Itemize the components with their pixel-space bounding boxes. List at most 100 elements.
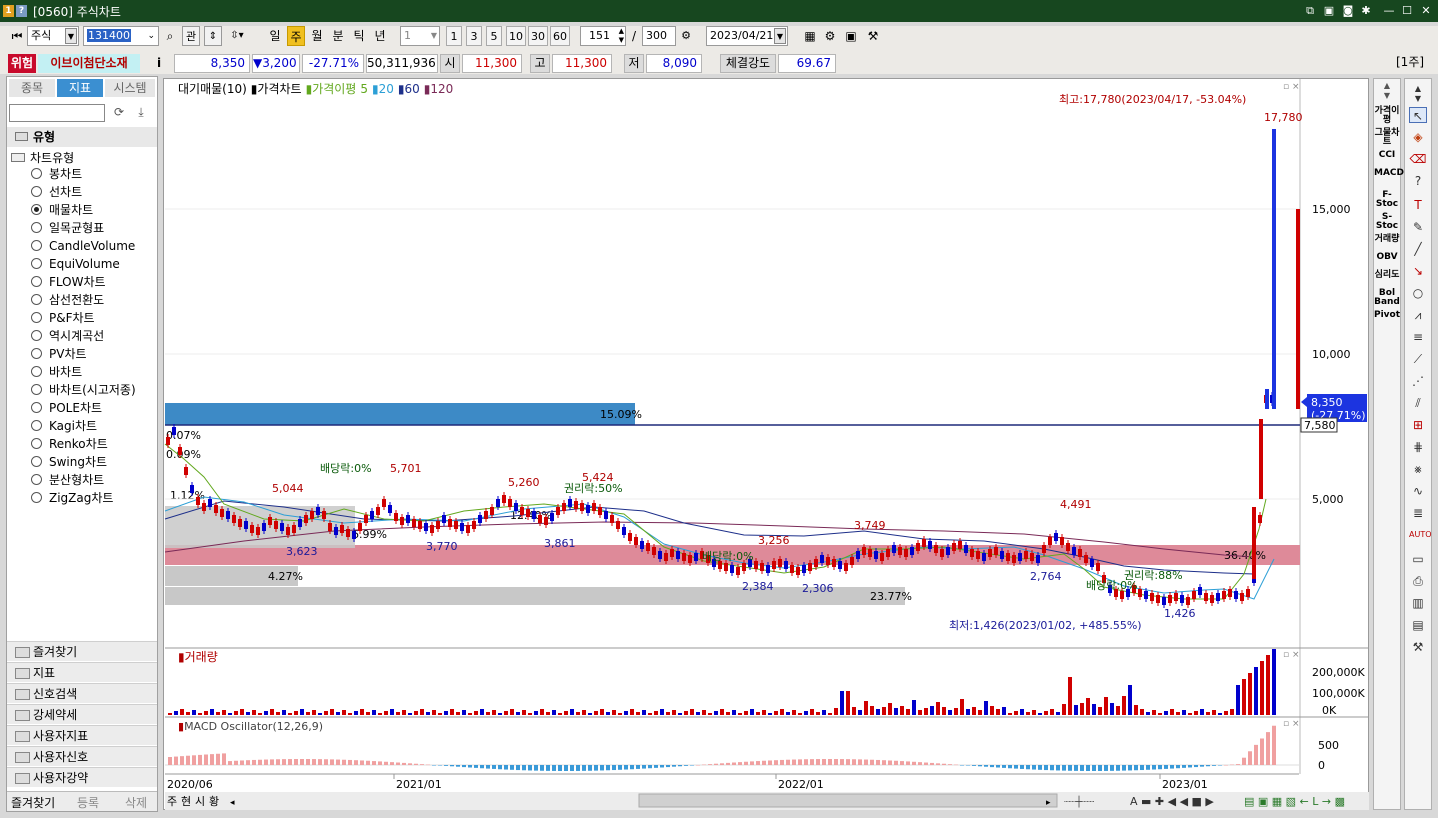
chart-icon[interactable]: ▦: [802, 26, 818, 46]
arrow-line-icon[interactable]: ↘: [1409, 263, 1427, 279]
folder-item[interactable]: 강세약세: [7, 704, 157, 724]
first-icon[interactable]: ⏮: [8, 26, 26, 46]
delete-all-icon[interactable]: ⌫: [1409, 151, 1427, 167]
pointer-icon[interactable]: ◈: [1409, 129, 1427, 145]
indicator-button[interactable]: Bol Band: [1374, 289, 1400, 307]
refresh-icon[interactable]: ⟳: [110, 105, 128, 121]
camera-icon[interactable]: ◙: [1341, 4, 1355, 18]
market-select[interactable]: 주식 ▼: [27, 26, 79, 46]
window-icon[interactable]: ▭: [1409, 551, 1427, 567]
grid-icon[interactable]: ⊞: [1409, 417, 1427, 433]
indicator-button[interactable]: CCI: [1374, 151, 1400, 160]
print-icon[interactable]: ⎙: [1409, 573, 1427, 589]
register-button[interactable]: 등록: [77, 794, 99, 811]
chart-type-item[interactable]: PV차트: [31, 345, 87, 363]
scroll-down-icon[interactable]: ▼: [1409, 91, 1427, 107]
interval-60[interactable]: 60: [550, 26, 570, 46]
prev-next-icon[interactable]: ⇕: [204, 26, 222, 46]
maximize-button[interactable]: ☐: [1400, 4, 1414, 18]
radio-icon[interactable]: [31, 222, 42, 233]
chart-type-item[interactable]: Renko차트: [31, 435, 108, 453]
radio-icon[interactable]: [31, 474, 42, 485]
fan-icon[interactable]: ⋰: [1409, 373, 1427, 389]
tool-icon[interactable]: ⚒: [1409, 639, 1427, 655]
levels-icon[interactable]: ≣: [1409, 505, 1427, 521]
radio-icon[interactable]: [31, 258, 42, 269]
indicator-button[interactable]: OBV: [1374, 253, 1400, 262]
folder-item[interactable]: 사용자강약: [7, 767, 157, 787]
stepper-icon[interactable]: ⇳▾: [226, 26, 248, 46]
bottom-tab-1[interactable]: 주: [167, 795, 177, 808]
interval-3[interactable]: 3: [466, 26, 482, 46]
copy-icon[interactable]: ⧉: [1303, 4, 1317, 18]
indicator-button[interactable]: S-Stoc: [1374, 213, 1400, 231]
save-icon[interactable]: ▣: [1322, 4, 1336, 18]
close-button[interactable]: ✕: [1419, 4, 1433, 18]
chart-type-item[interactable]: 매물차트: [31, 201, 93, 219]
macd-pane[interactable]: ▮MACD Oscillator(12,26,9) 500 0 ▫ ×: [165, 719, 1339, 772]
nav-controls-icon[interactable]: A ▬ ✚ ◀ ◀ ■ ▶: [1130, 795, 1214, 808]
folder-item[interactable]: 지표: [7, 662, 157, 682]
interval-30[interactable]: 30: [528, 26, 548, 46]
price-legend[interactable]: 대기매물(10) ▮가격차트 ▮가격이평 5 ▮20 ▮60 ▮120: [178, 82, 453, 96]
chart-type-item[interactable]: FLOW차트: [31, 273, 106, 291]
radio-icon[interactable]: [31, 276, 42, 287]
indicator-button[interactable]: 거래량: [1374, 235, 1400, 244]
pane-close-icon[interactable]: ▫ ×: [1283, 719, 1300, 729]
chart-type-item[interactable]: Kagi차트: [31, 417, 97, 435]
tools-icon[interactable]: ⚒: [864, 26, 882, 46]
info-icon[interactable]: i: [151, 54, 167, 73]
indicator-button[interactable]: 심리도: [1374, 271, 1400, 280]
line-icon[interactable]: ╱: [1409, 241, 1427, 257]
chart-type-item[interactable]: P&F차트: [31, 309, 95, 327]
scroll-left-icon[interactable]: ◂: [230, 798, 235, 808]
chart-type-item[interactable]: 봉차트: [31, 165, 82, 183]
eraser-icon[interactable]: ✎: [1409, 219, 1427, 235]
chart-type-item[interactable]: Swing차트: [31, 453, 107, 471]
radio-icon[interactable]: [31, 312, 42, 323]
grid-settings-icon[interactable]: ⚙: [678, 26, 694, 46]
radio-icon[interactable]: [31, 204, 42, 215]
stock-name[interactable]: 이브이첨단소재: [38, 54, 140, 73]
folder-item[interactable]: 즐겨찾기: [7, 641, 157, 661]
chart-type-item[interactable]: POLE차트: [31, 399, 102, 417]
radio-icon[interactable]: [31, 330, 42, 341]
bottom-tab-2[interactable]: 현: [181, 795, 191, 808]
interval-1[interactable]: 1: [446, 26, 462, 46]
chart-svg[interactable]: 15.09% 36.40% 4.27% 23.77% 1.12% 6.99% 0…: [164, 79, 1370, 811]
gann-icon[interactable]: ⋕: [1409, 439, 1427, 455]
chart-type-item[interactable]: 삼선전환도: [31, 291, 104, 309]
radio-icon[interactable]: [31, 348, 42, 359]
chart-type-item[interactable]: CandleVolume: [31, 237, 135, 255]
chart-type-item[interactable]: 분산형차트: [31, 471, 104, 489]
chart-type-item[interactable]: EquiVolume: [31, 255, 120, 273]
bottom-tab-4[interactable]: 황: [209, 795, 219, 808]
indicator-button[interactable]: F-Stoc: [1374, 191, 1400, 209]
radio-icon[interactable]: [31, 456, 42, 467]
delete-button[interactable]: 삭제: [125, 794, 147, 811]
folder-item[interactable]: 사용자신호: [7, 746, 157, 766]
save-icon[interactable]: ▣: [843, 26, 859, 46]
radio-icon[interactable]: [31, 438, 42, 449]
date-select[interactable]: 2023/04/21 ▼: [706, 26, 788, 46]
cursor-icon[interactable]: ↖: [1409, 107, 1427, 123]
scroll-right-icon[interactable]: ▸: [1046, 798, 1051, 808]
tab-stock[interactable]: 종목: [9, 79, 55, 97]
radio-icon[interactable]: [31, 366, 42, 377]
pane-close-icon[interactable]: ▫ ×: [1283, 82, 1300, 92]
interval-select[interactable]: 1 ▼: [400, 26, 440, 46]
fibo-icon[interactable]: ≡: [1409, 329, 1427, 345]
volume-pane[interactable]: ▮거래량 200,000K 100,000K 0K ▫ ×: [168, 649, 1365, 717]
zigzag-icon[interactable]: ⩘: [1409, 307, 1427, 323]
chart-type-item[interactable]: 일목균형표: [31, 219, 104, 237]
chart-type-item[interactable]: 바차트: [31, 363, 82, 381]
chart-type-item[interactable]: 역시계곡선: [31, 327, 104, 345]
radio-icon[interactable]: [31, 384, 42, 395]
bottom-tab-3[interactable]: 시: [195, 795, 205, 808]
download-icon[interactable]: ⤓: [132, 105, 150, 121]
period-year[interactable]: 년: [371, 26, 389, 46]
radio-icon[interactable]: [31, 186, 42, 197]
help-icon[interactable]: ?: [1409, 173, 1427, 189]
radio-icon[interactable]: [31, 294, 42, 305]
period-minute[interactable]: 분: [329, 26, 347, 46]
